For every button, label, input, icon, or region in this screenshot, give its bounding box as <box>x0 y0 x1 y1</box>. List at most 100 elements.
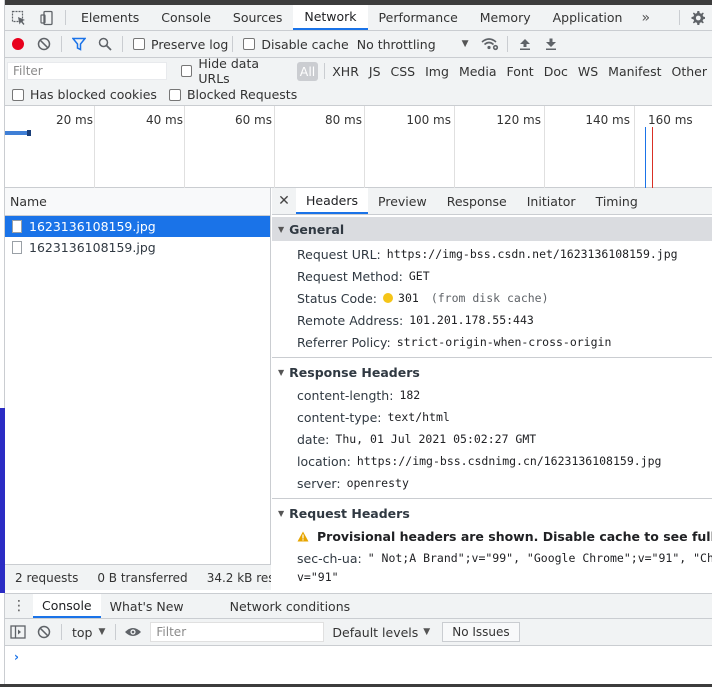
header-row: sec-ch-ua: " Not;A Brand";v="99", "Googl… <box>272 547 712 569</box>
drawer-tab-whats-new[interactable]: What's New <box>101 594 193 618</box>
checkbox-box[interactable] <box>180 65 193 77</box>
tab-network[interactable]: Network <box>293 5 368 30</box>
clear-icon[interactable] <box>31 31 57 57</box>
header-key: Remote Address: <box>297 312 404 328</box>
domcontentloaded-marker <box>645 127 646 193</box>
request-row[interactable]: 1623136108159.jpg <box>5 237 270 258</box>
header-value: GET <box>408 269 430 283</box>
request-row[interactable]: 1623136108159.jpg <box>5 216 270 237</box>
chevron-down-icon: ▼ <box>98 627 106 637</box>
tab-application[interactable]: Application <box>542 5 634 30</box>
request-headers-section-header[interactable]: ▼ Request Headers <box>272 501 712 525</box>
export-icon[interactable] <box>538 31 564 57</box>
log-levels-select[interactable]: Default levels ▼ <box>332 625 430 640</box>
console-filter-input[interactable]: Filter <box>150 622 325 642</box>
header-row: content-type: text/html <box>272 406 712 428</box>
tab-initiator[interactable]: Initiator <box>517 188 586 214</box>
tab-elements[interactable]: Elements <box>70 5 150 30</box>
type-filter-font[interactable]: Font <box>501 64 538 79</box>
header-key: date: <box>297 431 330 447</box>
status-code: 301 <box>398 291 419 305</box>
search-icon[interactable] <box>92 31 118 57</box>
filter-input[interactable]: Filter <box>7 62 167 80</box>
timeline-tick-label: 20 ms <box>55 113 93 127</box>
filter-icon[interactable] <box>66 31 92 57</box>
console-output[interactable]: › <box>5 646 712 684</box>
network-toolbar: Preserve log Disable cache No throttling… <box>5 31 712 58</box>
timeline-tick-label: 160 ms <box>648 113 693 127</box>
drawer-tab-network-conditions[interactable]: Network conditions <box>221 594 359 618</box>
type-filter-manifest[interactable]: Manifest <box>603 64 666 79</box>
tab-memory[interactable]: Memory <box>469 5 542 30</box>
status-note: (from disk cache) <box>430 291 549 305</box>
tab-headers[interactable]: Headers <box>296 188 369 214</box>
timeline-tick-label: 80 ms <box>324 113 362 127</box>
type-filter-doc[interactable]: Doc <box>539 64 573 79</box>
toolbar-divider <box>122 36 123 52</box>
settings-gear-icon[interactable] <box>684 5 712 30</box>
device-toolbar-icon[interactable] <box>33 5 61 30</box>
tab-sources[interactable]: Sources <box>222 5 293 30</box>
header-row: server: openresty <box>272 472 712 494</box>
tab-performance[interactable]: Performance <box>368 5 469 30</box>
close-details-icon[interactable]: ✕ <box>272 188 296 214</box>
timeline-gridline <box>184 106 185 188</box>
filter-divider <box>324 63 326 79</box>
header-value: https://img-bss.csdnimg.cn/1623136108159… <box>356 454 662 468</box>
context-select[interactable]: top ▼ <box>72 625 105 640</box>
chevron-down-icon: ▼ <box>423 627 431 637</box>
header-key: Request URL: <box>297 246 381 262</box>
network-overview-timeline[interactable]: 20 ms 40 ms 60 ms 80 ms 100 ms 120 ms 14… <box>5 106 712 193</box>
checkbox-box[interactable] <box>12 88 24 101</box>
context-value: top <box>72 624 93 640</box>
tab-console[interactable]: Console <box>150 5 222 30</box>
console-toolbar: top ▼ Filter Default levels ▼ No Issues <box>5 619 712 646</box>
filter-placeholder: Filter <box>13 64 43 78</box>
network-summary-bar: 2 requests 0 B transferred 34.2 kB resou… <box>5 564 271 590</box>
drawer-tab-console[interactable]: Console <box>33 594 101 618</box>
hide-data-urls-checkbox[interactable]: Hide data URLs <box>180 56 291 86</box>
more-tabs-button[interactable]: » <box>633 5 658 30</box>
tab-timing[interactable]: Timing <box>586 188 648 214</box>
type-filter-js[interactable]: JS <box>364 64 386 79</box>
disable-cache-checkbox[interactable]: Disable cache <box>243 37 349 52</box>
type-filter-ws[interactable]: WS <box>573 64 603 79</box>
devtools-main-tabbar: Elements Console Sources Network Perform… <box>5 5 712 31</box>
import-icon[interactable] <box>512 31 538 57</box>
name-column-header[interactable]: Name <box>5 188 270 216</box>
section-title: Response Headers <box>289 364 420 380</box>
console-sidebar-icon[interactable] <box>5 619 31 645</box>
issues-button[interactable]: No Issues <box>442 622 520 642</box>
timeline-tick-label: 140 ms <box>585 113 630 127</box>
has-blocked-cookies-checkbox[interactable]: Has blocked cookies <box>12 87 157 102</box>
type-filter-media[interactable]: Media <box>454 64 502 79</box>
section-divider <box>272 357 712 358</box>
type-filter-all[interactable]: All <box>296 61 319 81</box>
general-section-header[interactable]: ▼ General <box>272 217 712 241</box>
timeline-gridline <box>544 106 545 188</box>
type-filter-xhr[interactable]: XHR <box>327 64 364 79</box>
preserve-log-checkbox[interactable]: Preserve log <box>133 37 228 52</box>
clear-console-icon[interactable] <box>31 619 57 645</box>
record-icon[interactable] <box>5 31 31 57</box>
blocked-requests-checkbox[interactable]: Blocked Requests <box>168 87 297 102</box>
tab-preview[interactable]: Preview <box>368 188 437 214</box>
checkbox-box[interactable] <box>168 88 181 101</box>
inspect-element-icon[interactable] <box>5 5 33 30</box>
header-key: location: <box>297 453 351 469</box>
throttling-select[interactable]: No throttling ▼ <box>357 37 469 52</box>
type-filter-other[interactable]: Other <box>667 64 712 79</box>
checkbox-box[interactable] <box>243 38 256 50</box>
header-key: Referrer Policy: <box>297 334 391 350</box>
live-expression-eye-icon[interactable] <box>120 619 146 645</box>
checkbox-box[interactable] <box>133 38 145 50</box>
header-key: server: <box>297 475 341 491</box>
close-whats-new-icon[interactable] <box>207 594 221 618</box>
drawer-menu-icon[interactable]: ⋮ <box>5 594 33 618</box>
network-conditions-icon[interactable] <box>477 31 503 57</box>
type-filter-css[interactable]: CSS <box>386 64 421 79</box>
type-filter-img[interactable]: Img <box>420 64 454 79</box>
tab-response[interactable]: Response <box>437 188 517 214</box>
response-headers-section-header[interactable]: ▼ Response Headers <box>272 360 712 384</box>
tabbar-divider <box>65 10 66 25</box>
